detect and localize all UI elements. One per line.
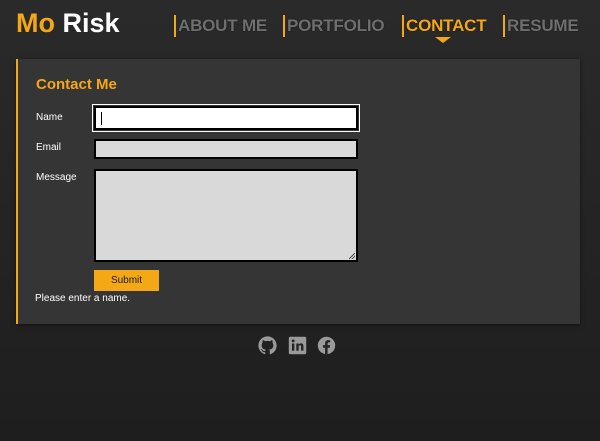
nav-resume[interactable]: RESUME bbox=[503, 15, 579, 37]
linkedin-icon[interactable] bbox=[288, 336, 307, 355]
nav-about-me[interactable]: ABOUT ME bbox=[174, 15, 267, 37]
email-input[interactable] bbox=[94, 139, 358, 159]
message-label: Message bbox=[36, 172, 77, 183]
contact-card: Contact Me Name Email Message Submit Ple… bbox=[16, 59, 580, 324]
submit-button[interactable]: Submit bbox=[94, 270, 159, 291]
active-nav-indicator bbox=[435, 37, 451, 43]
contact-title: Contact Me bbox=[36, 76, 117, 93]
name-input[interactable] bbox=[92, 104, 360, 132]
resize-handle-icon[interactable] bbox=[349, 253, 355, 259]
site-header: Mo Risk ABOUT ME PORTFOLIO CONTACT RESUM… bbox=[0, 0, 600, 50]
name-label: Name bbox=[36, 112, 63, 123]
main-nav: ABOUT ME PORTFOLIO CONTACT RESUME bbox=[0, 15, 600, 45]
nav-contact[interactable]: CONTACT bbox=[402, 15, 487, 37]
email-label: Email bbox=[36, 142, 62, 153]
nav-portfolio[interactable]: PORTFOLIO bbox=[283, 15, 385, 37]
validation-message: Please enter a name. bbox=[35, 293, 131, 304]
social-links bbox=[0, 336, 600, 356]
github-icon[interactable] bbox=[258, 336, 277, 355]
text-cursor bbox=[101, 112, 102, 125]
message-textarea[interactable] bbox=[94, 169, 358, 262]
facebook-icon[interactable] bbox=[317, 336, 336, 355]
